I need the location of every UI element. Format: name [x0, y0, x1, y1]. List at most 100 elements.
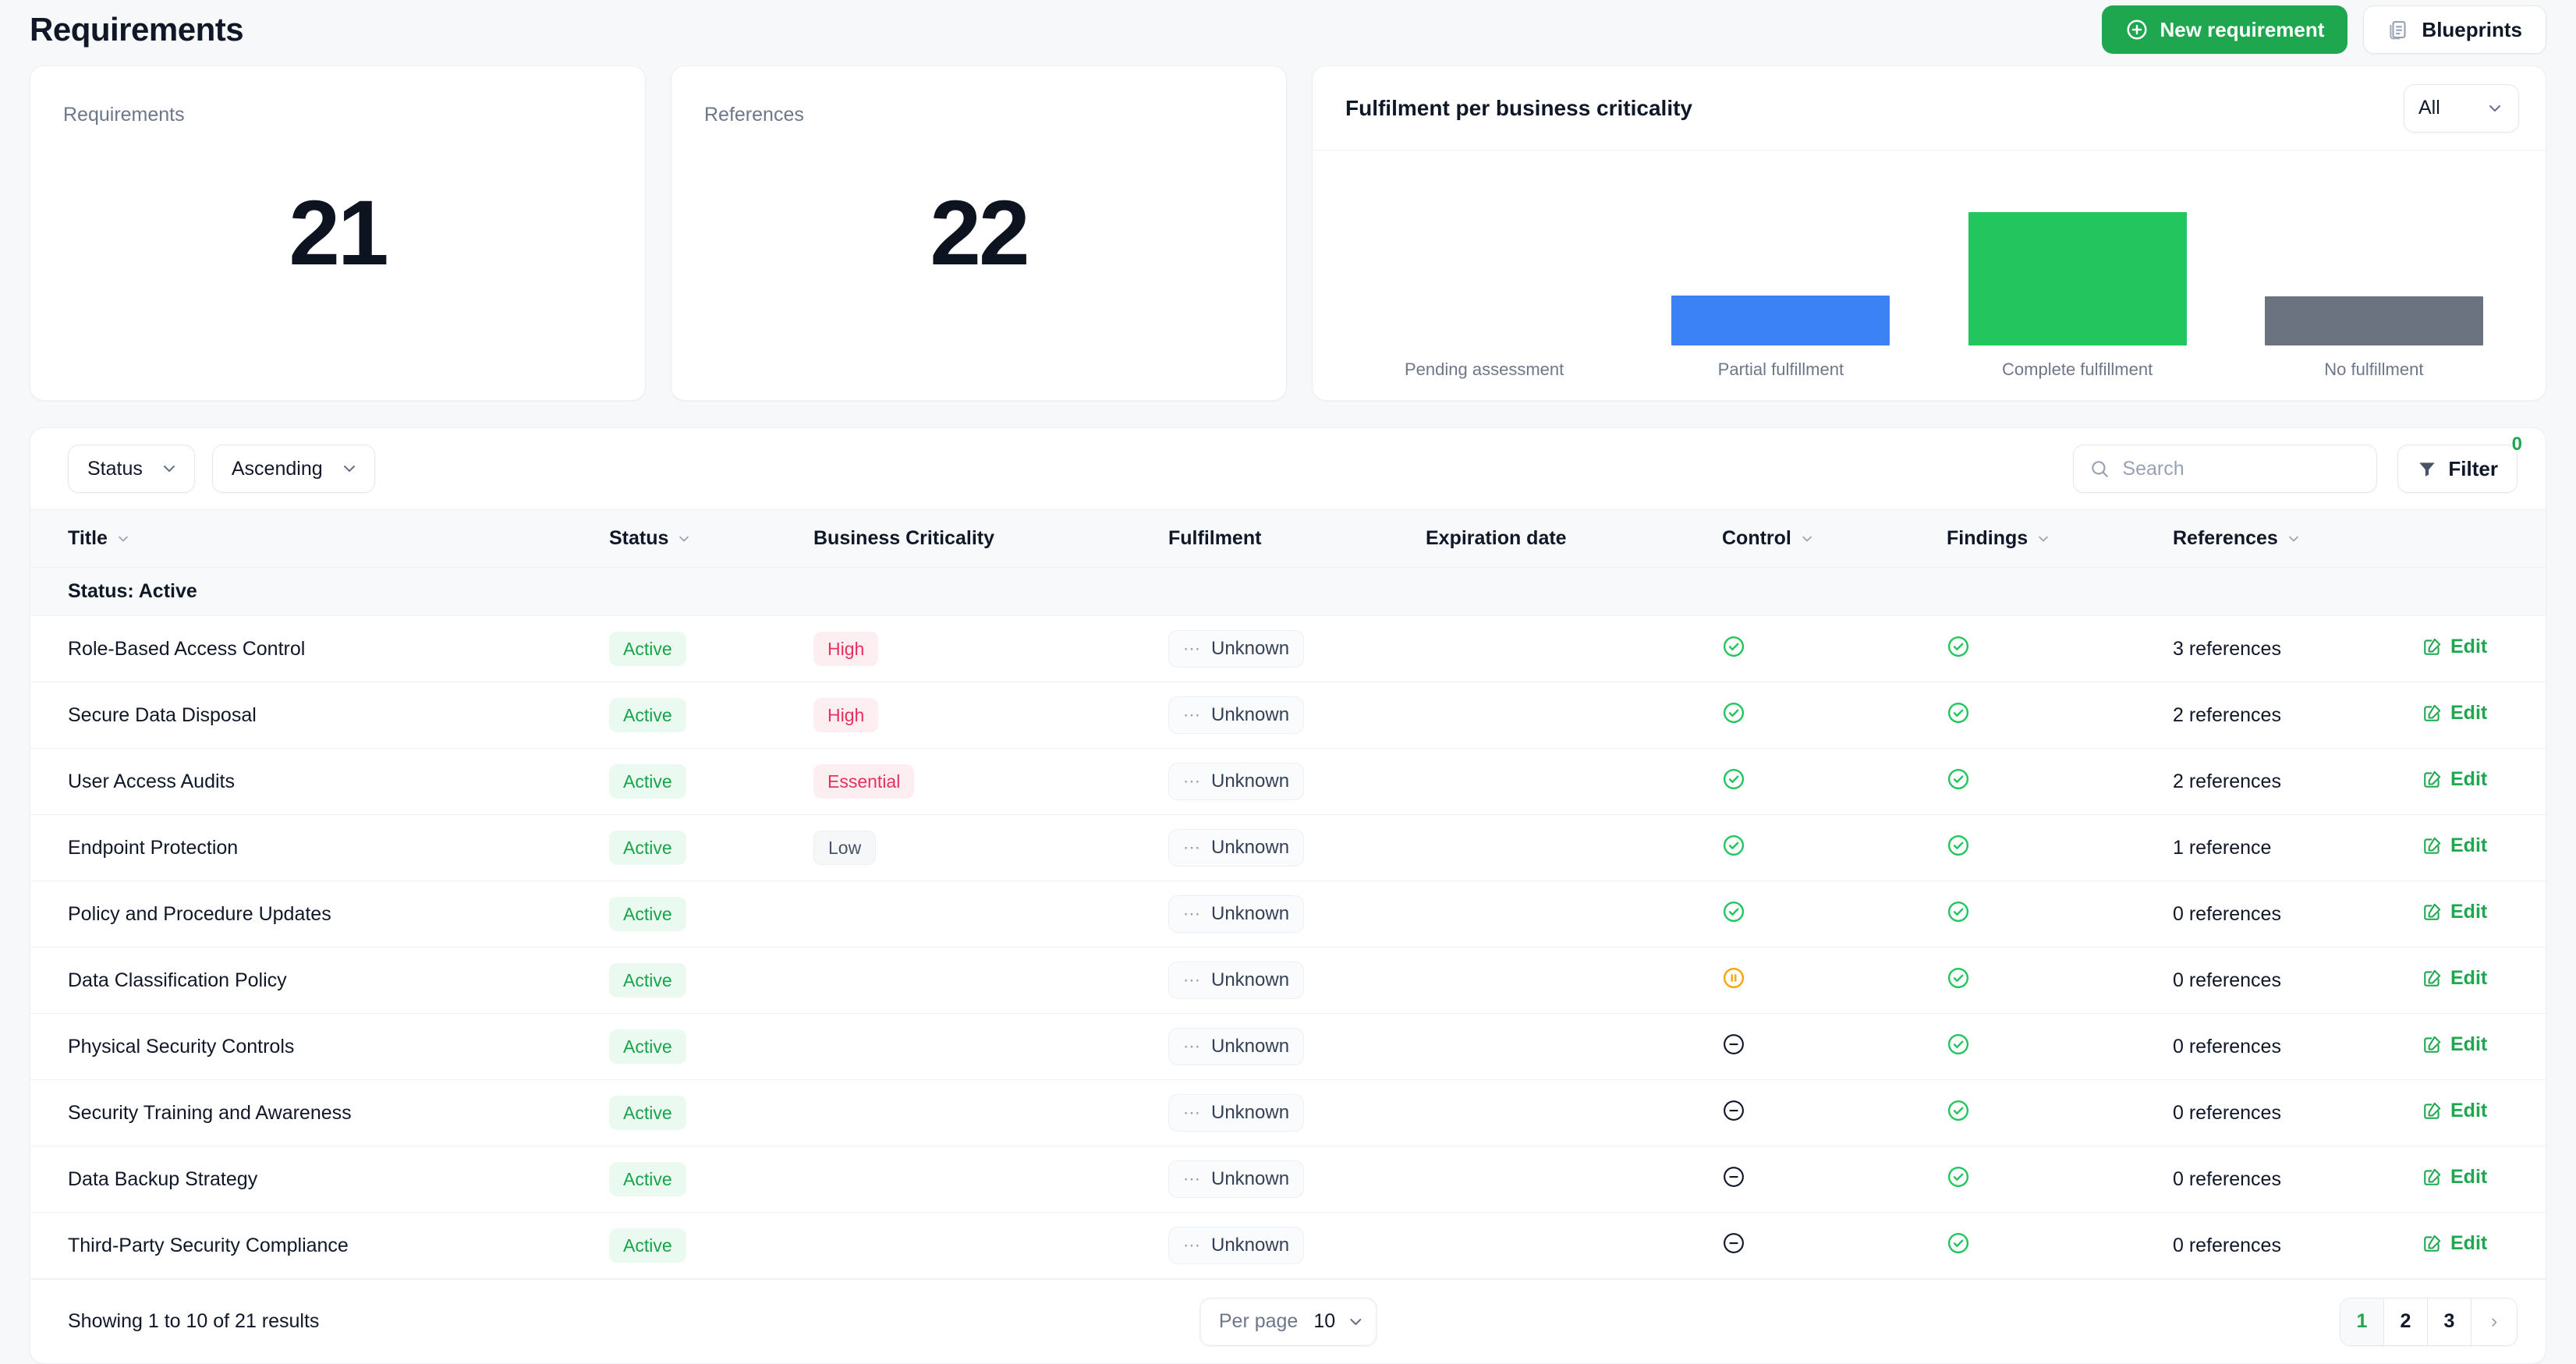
- cell-title[interactable]: Security Training and Awareness: [30, 1079, 600, 1146]
- edit-button[interactable]: Edit: [2422, 1232, 2487, 1255]
- cell-fulfilment[interactable]: ⋯ Unknown: [1159, 1146, 1416, 1213]
- edit-label: Edit: [2450, 701, 2488, 724]
- status-badge: Active: [609, 897, 686, 931]
- pagination-next-button[interactable]: ›: [2471, 1298, 2517, 1345]
- chart-bar[interactable]: [2264, 296, 2483, 345]
- edit-button[interactable]: Edit: [2422, 901, 2487, 923]
- fulfilment-pill[interactable]: ⋯ Unknown: [1168, 1160, 1305, 1198]
- cell-title[interactable]: Secure Data Disposal: [30, 682, 600, 749]
- fulfilment-pill[interactable]: ⋯ Unknown: [1168, 895, 1305, 933]
- filter-button[interactable]: Filter: [2397, 445, 2518, 493]
- edit-button[interactable]: Edit: [2422, 834, 2487, 857]
- fulfilment-pill[interactable]: ⋯ Unknown: [1168, 630, 1305, 668]
- cell-title[interactable]: Policy and Procedure Updates: [30, 880, 600, 948]
- cell-fulfilment[interactable]: ⋯ Unknown: [1159, 1013, 1416, 1080]
- table-row[interactable]: Endpoint Protection Active Low ⋯ Unknown 1 re…: [30, 814, 2546, 881]
- chart-bar[interactable]: [1968, 212, 2187, 345]
- table-row[interactable]: Role-Based Access Control Active High ⋯ Unkn…: [30, 615, 2546, 682]
- findings-check-circle-icon: [1947, 1033, 1970, 1056]
- table-row[interactable]: Third-Party Security Compliance Active ⋯ Un…: [30, 1212, 2546, 1279]
- edit-button[interactable]: Edit: [2422, 636, 2487, 658]
- fulfilment-label: Unknown: [1211, 1036, 1290, 1057]
- table-row[interactable]: Physical Security Controls Active ⋯ Unknown…: [30, 1013, 2546, 1080]
- criticality-badge: High: [813, 698, 879, 732]
- fulfilment-pill[interactable]: ⋯ Unknown: [1168, 763, 1305, 800]
- table-row[interactable]: Policy and Procedure Updates Active ⋯ Unkno…: [30, 880, 2546, 948]
- cell-title[interactable]: Physical Security Controls: [30, 1013, 600, 1080]
- cell-title[interactable]: Endpoint Protection: [30, 814, 600, 881]
- edit-pencil-icon: [2422, 636, 2443, 657]
- cell-title[interactable]: Third-Party Security Compliance: [30, 1212, 600, 1279]
- chart-header: Fulfilment per business criticality All: [1313, 66, 2546, 151]
- column-label-status: Status: [609, 527, 669, 549]
- cell-business-criticality: [804, 947, 1159, 1014]
- cell-fulfilment[interactable]: ⋯ Unknown: [1159, 1212, 1416, 1279]
- page-title: Requirements: [30, 11, 244, 48]
- cell-status: Active: [600, 748, 804, 815]
- chart-bar-column: Complete fulfillment: [1929, 169, 2226, 400]
- chart-bar[interactable]: [1671, 296, 1890, 345]
- table-row[interactable]: Security Training and Awareness Active ⋯ Un…: [30, 1079, 2546, 1146]
- per-page-selector[interactable]: Per page 10: [1199, 1297, 1377, 1346]
- edit-button[interactable]: Edit: [2422, 1100, 2487, 1122]
- column-header-control[interactable]: Control: [1713, 509, 1937, 568]
- cell-references: 0 references: [2163, 1146, 2413, 1213]
- table-row[interactable]: User Access Audits Active Essential ⋯ Unknow…: [30, 748, 2546, 815]
- cell-references: 2 references: [2163, 748, 2413, 815]
- findings-check-circle-icon: [1947, 1165, 1970, 1189]
- cell-title[interactable]: User Access Audits: [30, 748, 600, 815]
- fulfilment-pill[interactable]: ⋯ Unknown: [1168, 696, 1305, 734]
- cell-fulfilment[interactable]: ⋯ Unknown: [1159, 682, 1416, 749]
- cell-title[interactable]: Data Backup Strategy: [30, 1146, 600, 1213]
- column-header-findings[interactable]: Findings: [1937, 509, 2163, 568]
- group-by-status-dropdown[interactable]: Status: [68, 445, 195, 493]
- ellipsis-icon: ⋯: [1183, 970, 1202, 990]
- blueprints-button[interactable]: Blueprints: [2363, 5, 2546, 54]
- cell-fulfilment[interactable]: ⋯ Unknown: [1159, 947, 1416, 1014]
- cell-fulfilment[interactable]: ⋯ Unknown: [1159, 748, 1416, 815]
- table-row[interactable]: Data Backup Strategy Active ⋯ Unknown 0 refe…: [30, 1146, 2546, 1213]
- table-row[interactable]: Secure Data Disposal Active High ⋯ Unknown 2 …: [30, 682, 2546, 749]
- ellipsis-icon: ⋯: [1183, 639, 1202, 658]
- fulfilment-pill[interactable]: ⋯ Unknown: [1168, 1227, 1305, 1264]
- cell-status: Active: [600, 880, 804, 948]
- cell-business-criticality: High: [804, 682, 1159, 749]
- new-requirement-button[interactable]: New requirement: [2102, 5, 2348, 54]
- fulfilment-pill[interactable]: ⋯ Unknown: [1168, 962, 1305, 999]
- edit-button[interactable]: Edit: [2422, 1033, 2487, 1056]
- fulfilment-pill[interactable]: ⋯ Unknown: [1168, 829, 1305, 866]
- edit-button[interactable]: Edit: [2422, 702, 2487, 725]
- cell-business-criticality: Essential: [804, 748, 1159, 815]
- sort-order-dropdown[interactable]: Ascending: [211, 445, 375, 493]
- pagination-page-3[interactable]: 3: [2428, 1298, 2471, 1345]
- cell-findings: [1937, 615, 2163, 682]
- cell-fulfilment[interactable]: ⋯ Unknown: [1159, 1079, 1416, 1146]
- cell-control: [1713, 682, 1937, 749]
- table-row[interactable]: Data Classification Policy Active ⋯ Unknown…: [30, 947, 2546, 1014]
- cell-title[interactable]: Data Classification Policy: [30, 947, 600, 1014]
- column-header-title[interactable]: Title: [30, 509, 600, 568]
- cell-status: Active: [600, 1212, 804, 1279]
- cell-fulfilment[interactable]: ⋯ Unknown: [1159, 880, 1416, 948]
- table-group-row: Status: Active: [30, 567, 2546, 616]
- search-input[interactable]: [2122, 457, 2374, 480]
- requirements-stat-value: 21: [289, 182, 388, 285]
- fulfilment-pill[interactable]: ⋯ Unknown: [1168, 1094, 1305, 1132]
- filter-button-wrapper: Filter 0: [2397, 434, 2522, 493]
- chart-criticality-select[interactable]: All: [2404, 83, 2519, 133]
- pagination-page-1[interactable]: 1: [2340, 1298, 2384, 1345]
- pagination-page-2[interactable]: 2: [2384, 1298, 2428, 1345]
- edit-label: Edit: [2450, 767, 2488, 790]
- column-header-references[interactable]: References: [2163, 509, 2413, 568]
- edit-pencil-icon: [2422, 835, 2443, 856]
- cell-business-criticality: Low: [804, 814, 1159, 881]
- edit-button[interactable]: Edit: [2422, 1166, 2487, 1189]
- fulfilment-pill[interactable]: ⋯ Unknown: [1168, 1028, 1305, 1065]
- cell-title[interactable]: Role-Based Access Control: [30, 615, 600, 682]
- column-header-status[interactable]: Status: [600, 509, 804, 568]
- search-box[interactable]: [2073, 445, 2378, 493]
- edit-button[interactable]: Edit: [2422, 967, 2487, 990]
- cell-fulfilment[interactable]: ⋯ Unknown: [1159, 615, 1416, 682]
- edit-button[interactable]: Edit: [2422, 768, 2487, 791]
- cell-fulfilment[interactable]: ⋯ Unknown: [1159, 814, 1416, 881]
